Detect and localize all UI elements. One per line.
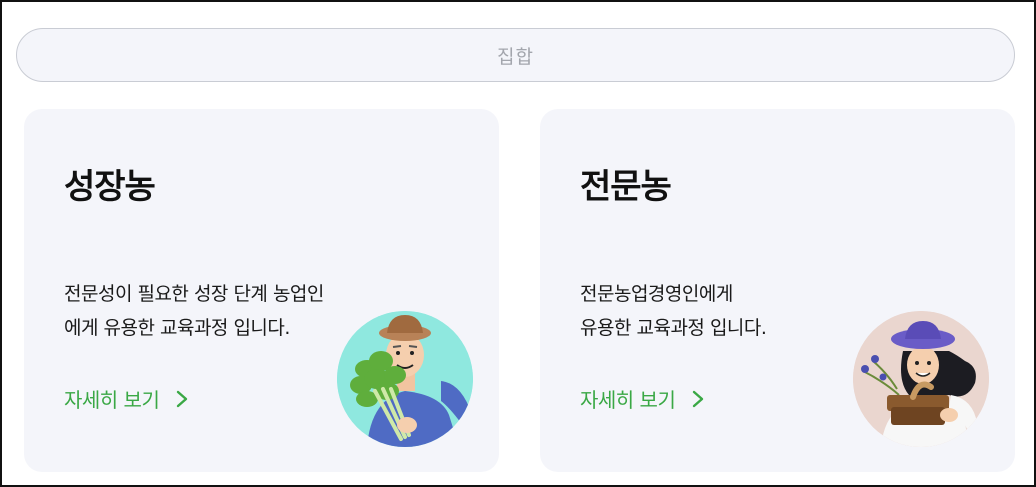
course-card-growth[interactable]: 성장농 전문성이 필요한 성장 단계 농업인 에게 유용한 교육과정 입니다. …: [24, 109, 499, 472]
view-details-label: 자세히 보기: [580, 388, 676, 412]
card-description-line: 에게 유용한 교육과정 입니다.: [64, 317, 290, 339]
farmer-with-celery-icon: [337, 311, 473, 447]
chevron-right-icon: [177, 390, 188, 407]
card-description-line: 전문성이 필요한 성장 단계 농업인: [64, 283, 324, 305]
category-label: 집합: [497, 45, 534, 68]
card-title: 성장농: [64, 167, 156, 207]
view-details-link[interactable]: 자세히 보기: [64, 384, 191, 413]
course-card-professional[interactable]: 전문농 전문농업경영인에게 유용한 교육과정 입니다. 자세히 보기: [540, 109, 1015, 472]
card-description-line: 유용한 교육과정 입니다.: [580, 317, 767, 339]
card-description: 전문농업경영인에게 유용한 교육과정 입니다.: [580, 277, 880, 345]
view-details-label: 자세히 보기: [64, 388, 160, 412]
card-description-line: 전문농업경영인에게: [580, 283, 733, 305]
view-details-link[interactable]: 자세히 보기: [580, 384, 707, 413]
card-description: 전문성이 필요한 성장 단계 농업인 에게 유용한 교육과정 입니다.: [64, 277, 364, 345]
page-frame: 집합 성장농 전문성이 필요한 성장 단계 농업인 에게 유용한 교육과정 입니…: [0, 0, 1036, 487]
category-header-pill[interactable]: 집합: [16, 28, 1015, 82]
card-title: 전문농: [580, 167, 672, 207]
farmer-woman-with-basket-icon: [853, 311, 989, 447]
chevron-right-icon: [693, 390, 704, 407]
